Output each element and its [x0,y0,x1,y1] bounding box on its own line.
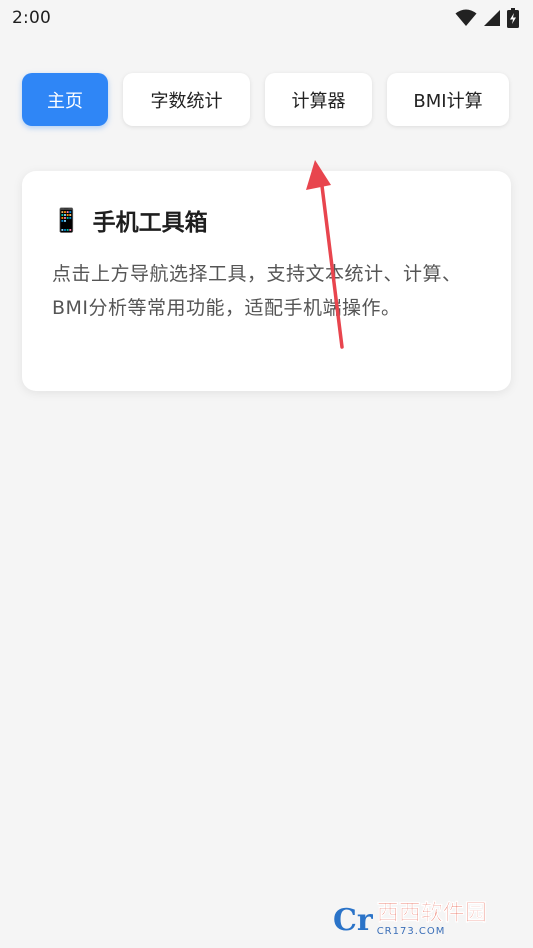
nav-word-count-button[interactable]: 字数统计 [123,73,250,126]
nav-word-count-label: 字数统计 [150,90,223,112]
nav-bmi-button[interactable]: BMI计算 [387,73,509,126]
status-time: 2:00 [12,8,51,28]
nav-calculator-label: 计算器 [291,90,346,112]
nav-bmi-label: BMI计算 [413,90,483,112]
watermark-text: 西西软件园 CR173.COM [376,901,487,937]
battery-icon [507,8,519,28]
card-title-row: 📱 手机工具箱 [52,203,481,237]
status-bar: 2:00 [0,0,533,36]
watermark-brand: 西西软件园 [376,901,487,926]
home-card: 📱 手机工具箱 点击上方导航选择工具，支持文本统计、计算、BMI分析等常用功能，… [22,171,511,391]
watermark-c-icon: Cr [333,902,373,938]
watermark-logo: Cr 西西软件园 CR173.COM [333,896,513,944]
nav-home-label: 主页 [47,90,83,112]
wifi-icon [455,9,477,26]
annotation-arrow-icon [306,160,344,349]
card-title: 手机工具箱 [92,210,208,236]
nav-calculator-button[interactable]: 计算器 [265,73,372,126]
tool-nav: 主页 字数统计 计算器 BMI计算 [22,73,509,126]
status-icons [455,8,519,28]
phone-icon: 📱 [52,207,81,234]
watermark-sub: CR173.COM [376,926,446,937]
card-description: 点击上方导航选择工具，支持文本统计、计算、BMI分析等常用功能，适配手机端操作。 [52,263,462,319]
signal-icon [484,10,500,26]
nav-home-button[interactable]: 主页 [22,73,108,126]
